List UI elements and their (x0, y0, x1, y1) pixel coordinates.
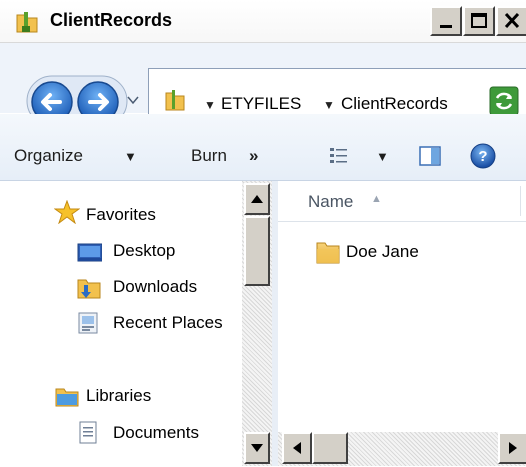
list-item[interactable]: Doe Jane (314, 236, 504, 270)
maximize-icon (471, 13, 487, 28)
scrollbar-thumb[interactable] (312, 432, 348, 464)
more-commands-button[interactable]: » (249, 146, 258, 166)
arrow-down-icon (251, 444, 263, 452)
nav-item-recent-places[interactable]: Recent Places (113, 313, 223, 333)
refresh-icon (489, 86, 519, 116)
window-title: ClientRecords (50, 10, 173, 30)
scrollbar-thumb[interactable] (244, 216, 270, 286)
chevron-down-icon[interactable]: ▼ (376, 149, 389, 164)
star-icon (54, 200, 80, 224)
help-icon[interactable]: ? (469, 142, 497, 170)
breadcrumb-separator-icon[interactable]: ▼ (323, 98, 335, 112)
minimize-button[interactable] (430, 6, 462, 36)
breadcrumb-etyfiles[interactable]: ETYFILES (221, 94, 301, 114)
svg-text:?: ? (478, 148, 487, 165)
arrow-up-icon (251, 195, 263, 203)
downloads-folder-icon (77, 279, 101, 299)
nav-item-documents[interactable]: Documents (113, 423, 199, 443)
nav-header-favorites[interactable]: Favorites (86, 205, 156, 225)
scroll-right-button[interactable] (498, 432, 526, 464)
column-divider[interactable] (520, 186, 521, 216)
close-icon (504, 12, 520, 29)
folder-icon (16, 12, 38, 33)
burn-button[interactable]: Burn (191, 146, 227, 166)
recent-places-icon (78, 312, 98, 334)
desktop-icon (77, 243, 102, 262)
chevron-down-icon[interactable]: ▼ (124, 149, 137, 164)
nav-header-libraries[interactable]: Libraries (86, 386, 151, 406)
sort-ascending-icon: ▲ (371, 193, 382, 205)
close-button[interactable] (496, 6, 526, 36)
arrow-left-icon (293, 442, 301, 454)
libraries-icon (55, 388, 79, 407)
maximize-button[interactable] (463, 6, 495, 36)
scroll-up-button[interactable] (244, 183, 270, 215)
breadcrumb-clientrecords[interactable]: ClientRecords (341, 94, 448, 114)
recent-pages-dropdown-icon[interactable] (126, 94, 140, 106)
folder-icon (316, 242, 340, 264)
preview-pane-icon[interactable] (418, 144, 442, 168)
organize-button[interactable]: Organize (14, 146, 83, 166)
arrow-right-icon (509, 442, 517, 454)
nav-item-downloads[interactable]: Downloads (113, 277, 197, 297)
column-header-name[interactable]: Name (308, 192, 353, 212)
breadcrumb-separator-icon[interactable]: ▼ (204, 98, 216, 112)
document-icon (79, 421, 97, 444)
scroll-down-button[interactable] (244, 432, 270, 464)
folder-icon (165, 90, 185, 111)
list-item-label: Doe Jane (346, 242, 419, 261)
refresh-button[interactable] (489, 86, 519, 116)
minimize-icon (440, 25, 452, 28)
file-list-pane (278, 181, 526, 466)
view-options-icon[interactable] (328, 145, 350, 167)
nav-item-desktop[interactable]: Desktop (113, 241, 175, 261)
scroll-left-button[interactable] (282, 432, 312, 464)
